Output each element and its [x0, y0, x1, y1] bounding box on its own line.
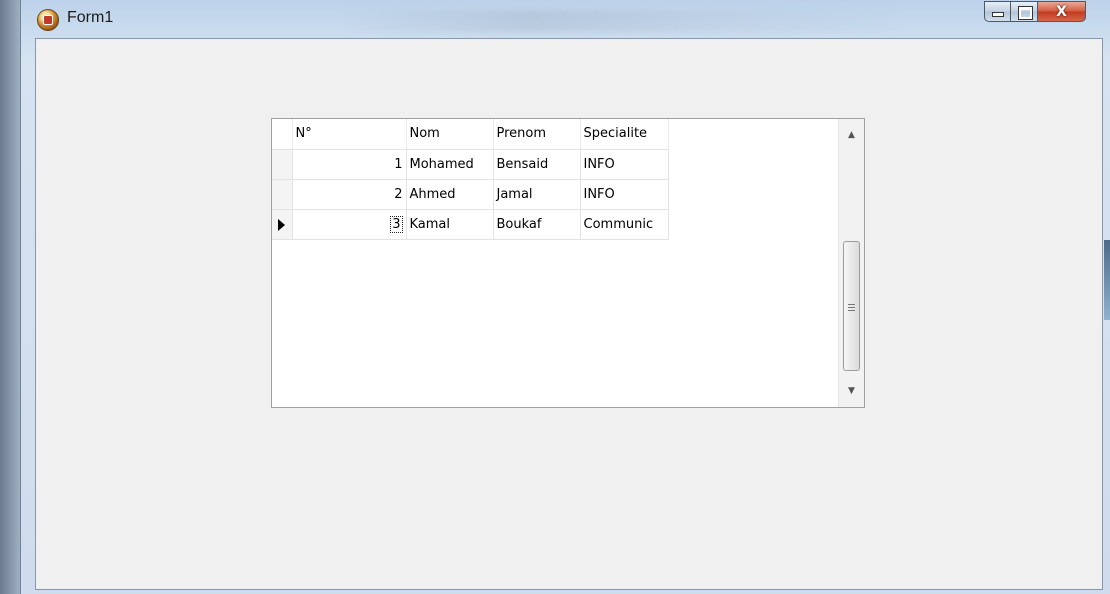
table-row[interactable]: 1 Mohamed Bensaid INFO	[272, 149, 669, 180]
cell-nom[interactable]: Ahmed	[406, 179, 494, 210]
cell-nom[interactable]: Kamal	[406, 209, 494, 240]
app-icon[interactable]	[37, 9, 59, 31]
maximize-button[interactable]	[1011, 1, 1038, 22]
cell-no-focused[interactable]: 3	[292, 209, 407, 240]
cell-no[interactable]: 1	[292, 149, 407, 180]
cell-no[interactable]: 2	[292, 179, 407, 210]
minimize-button[interactable]	[984, 1, 1011, 22]
grid-table: N° Nom Prenom Specialite 1 Mohamed Bensa…	[272, 119, 669, 240]
scroll-grip-icon	[848, 302, 855, 313]
data-grid[interactable]: N° Nom Prenom Specialite 1 Mohamed Bensa…	[271, 118, 865, 408]
window-controls: X	[984, 1, 1086, 23]
maximize-icon	[1019, 7, 1032, 19]
form-client-area: N° Nom Prenom Specialite 1 Mohamed Bensa…	[35, 38, 1103, 590]
cell-prenom[interactable]: Boukaf	[493, 209, 581, 240]
row-header[interactable]	[272, 149, 293, 180]
row-header[interactable]	[272, 179, 293, 210]
scroll-down-icon[interactable]: ▼	[839, 379, 864, 403]
background-window-blur	[341, 10, 901, 32]
title-bar[interactable]: Form1 X	[21, 0, 1110, 38]
vertical-scrollbar[interactable]: ▲ ▼	[838, 119, 864, 407]
row-indicator-icon	[278, 218, 285, 231]
cell-specialite[interactable]: Communic	[580, 209, 669, 240]
column-header-prenom[interactable]: Prenom	[493, 119, 581, 150]
window-title: Form1	[67, 9, 114, 26]
focused-cell-value: 3	[390, 215, 403, 233]
cell-specialite[interactable]: INFO	[580, 149, 669, 180]
header-row: N° Nom Prenom Specialite	[272, 119, 669, 150]
desktop-left-strip	[0, 0, 20, 594]
desktop-right-edge	[1104, 240, 1110, 320]
table-row-current[interactable]: 3 Kamal Boukaf Communic	[272, 209, 669, 240]
corner-header[interactable]	[272, 119, 293, 150]
cell-prenom[interactable]: Bensaid	[493, 149, 581, 180]
table-row[interactable]: 2 Ahmed Jamal INFO	[272, 179, 669, 210]
column-header-no[interactable]: N°	[292, 119, 407, 150]
column-header-nom[interactable]: Nom	[406, 119, 494, 150]
close-button[interactable]: X	[1038, 1, 1086, 22]
close-icon: X	[1056, 4, 1067, 20]
column-header-specialite[interactable]: Specialite	[580, 119, 669, 150]
row-header[interactable]	[272, 209, 293, 240]
cell-specialite[interactable]: INFO	[580, 179, 669, 210]
scrollbar-thumb[interactable]	[843, 241, 860, 371]
scroll-up-icon[interactable]: ▲	[839, 123, 864, 147]
cell-prenom[interactable]: Jamal	[493, 179, 581, 210]
cell-nom[interactable]: Mohamed	[406, 149, 494, 180]
form-window: Form1 X N° Nom Prenom Specialite 1 Moham…	[20, 0, 1110, 594]
minimize-icon	[993, 13, 1003, 16]
